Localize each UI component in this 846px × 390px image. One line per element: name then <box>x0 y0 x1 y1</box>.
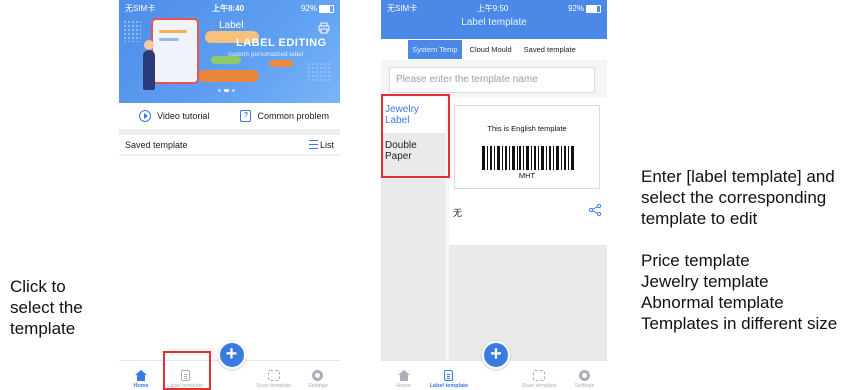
saved-template-list <box>119 156 340 360</box>
tab-label: Settings <box>307 383 328 389</box>
template-preview[interactable]: This is English template MHT <box>454 105 600 189</box>
highlight-box-category-sidebar <box>381 94 450 178</box>
banner-decoration <box>269 60 293 67</box>
tab-add[interactable]: + <box>471 341 516 390</box>
banner-title: LABEL EDITING <box>236 37 327 49</box>
template-text: This is English template <box>487 124 567 133</box>
battery-percent: 92% <box>567 4 584 13</box>
gear-icon <box>578 370 590 381</box>
printer-icon[interactable] <box>318 22 330 34</box>
list-label: List <box>319 139 334 150</box>
tab-scan-template[interactable]: Scan template <box>252 359 296 390</box>
banner-subtitle: custom personalized label <box>228 51 304 58</box>
barcode-text: MHT <box>518 171 536 180</box>
banner-dots <box>307 62 331 82</box>
template-search-input[interactable]: Please enter the template name <box>389 67 595 93</box>
list-view-button[interactable]: List <box>308 139 334 150</box>
annotation-instruction: Enter [label template] and select the co… <box>641 167 835 228</box>
battery-icon <box>585 4 601 13</box>
banner-dots <box>123 20 141 42</box>
battery-status: 92% <box>301 4 334 13</box>
battery-percent: 92% <box>300 4 317 13</box>
video-tutorial-label: Video tutorial <box>157 111 210 121</box>
tab-home[interactable]: Home <box>119 359 163 390</box>
annotation-item: Abnormal template <box>641 293 784 312</box>
page-title: Label template <box>461 17 527 28</box>
template-source-tabs: System Temp Cloud Mould Saved template <box>381 39 607 60</box>
common-problem-button[interactable]: ? Common problem <box>230 110 341 122</box>
battery-icon <box>318 4 334 13</box>
list-icon <box>308 140 318 149</box>
barcode-image <box>482 146 574 170</box>
tab-label: Label template <box>429 383 469 389</box>
annotation-item: Price template <box>641 251 750 270</box>
tab-settings[interactable]: Settings <box>296 359 340 390</box>
document-icon <box>444 370 454 381</box>
plus-icon[interactable]: + <box>482 341 510 369</box>
home-icon <box>135 370 148 381</box>
scan-icon <box>533 370 546 381</box>
tab-saved-template[interactable]: Saved template <box>520 40 580 59</box>
header: 无SIM卡 上午9:50 92% Label template <box>381 0 607 39</box>
tab-settings[interactable]: Settings <box>562 359 607 390</box>
scan-icon <box>267 370 280 381</box>
phone-home-screen: 无SIM卡 上午8:40 92% Label LABEL EDITING cus… <box>119 0 340 390</box>
status-time: 上午9:50 <box>476 4 509 13</box>
banner-label: Label <box>219 20 244 31</box>
tab-home[interactable]: Home <box>381 359 426 390</box>
template-card[interactable]: This is English template MHT 无 <box>449 97 607 245</box>
tab-cloud-mould[interactable]: Cloud Mould <box>466 40 516 59</box>
annotation-right: Enter [label template] and select the co… <box>641 166 841 334</box>
tab-bar: Home Label template + Scan template Sett… <box>119 341 340 390</box>
share-icon[interactable] <box>589 204 601 216</box>
status-bar: 无SIM卡 上午9:50 92% <box>381 0 607 17</box>
highlight-box-label-template-tab <box>163 351 211 390</box>
tab-label: Home <box>396 383 411 389</box>
banner[interactable]: 无SIM卡 上午8:40 92% Label LABEL EDITING cus… <box>119 0 340 103</box>
status-bar: 无SIM卡 上午8:40 92% <box>119 0 340 17</box>
saved-template-title: Saved template <box>125 139 188 150</box>
template-name: 无 <box>453 208 463 218</box>
saved-template-header: Saved template List <box>119 135 340 155</box>
tab-label: Scan template <box>521 383 557 389</box>
banner-phone-illustration <box>151 18 199 84</box>
banner-person-illustration <box>143 40 155 90</box>
tab-add[interactable]: + <box>207 341 251 390</box>
tab-label: Settings <box>574 383 595 389</box>
annotation-item: Templates in different size <box>641 314 838 333</box>
common-problem-label: Common problem <box>257 111 330 121</box>
question-icon: ? <box>240 110 252 122</box>
carrier: 无SIM卡 <box>387 4 418 13</box>
tab-label: Scan template <box>256 383 292 389</box>
shortcut-row: Video tutorial ? Common problem <box>119 103 340 129</box>
tab-label: Home <box>133 383 149 389</box>
home-icon <box>397 370 410 381</box>
tab-label-template[interactable]: Label template <box>426 359 471 390</box>
tab-bar: Home Label template + Scan template Sett… <box>381 341 607 390</box>
tab-scan-template[interactable]: Scan template <box>517 359 562 390</box>
phone-label-template-screen: 无SIM卡 上午9:50 92% Label template System T… <box>381 0 607 390</box>
tab-system-temp[interactable]: System Temp <box>408 40 462 59</box>
banner-pager <box>218 89 235 92</box>
plus-icon[interactable]: + <box>217 341 246 369</box>
video-tutorial-button[interactable]: Video tutorial <box>119 110 230 122</box>
battery-status: 92% <box>568 4 601 13</box>
carrier: 无SIM卡 <box>125 4 156 13</box>
template-list: This is English template MHT 无 <box>449 97 607 360</box>
annotation-item: Jewelry template <box>641 272 769 291</box>
status-time: 上午8:40 <box>212 4 245 13</box>
gear-icon <box>312 370 324 381</box>
play-icon <box>139 110 152 122</box>
banner-decoration <box>199 70 259 82</box>
annotation-left: Click to select the template <box>10 277 83 338</box>
